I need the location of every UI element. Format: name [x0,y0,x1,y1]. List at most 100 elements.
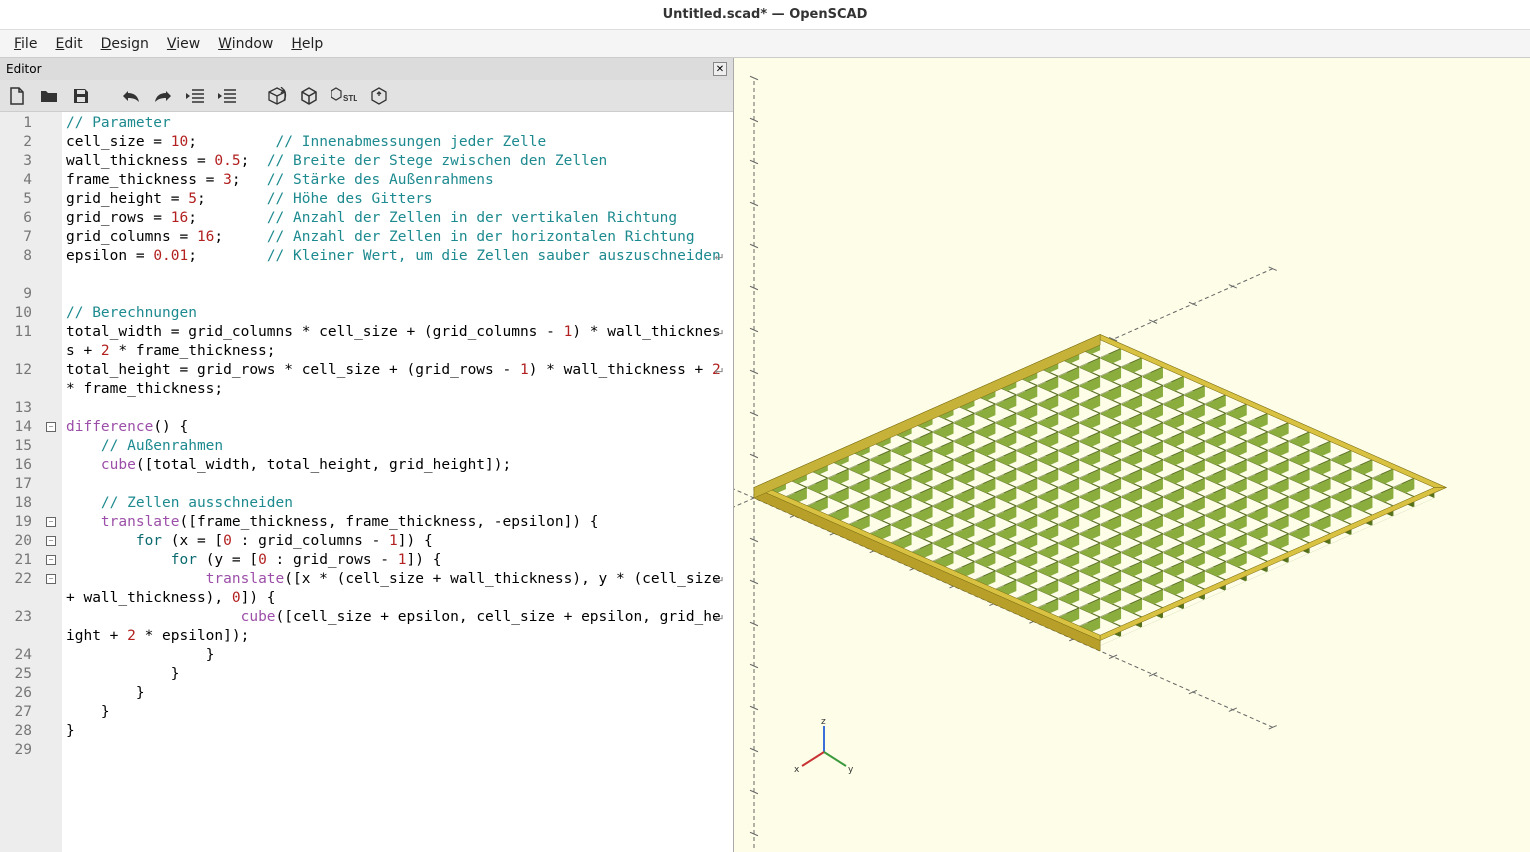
line-number: 3 [2,152,58,171]
code-line[interactable]: cell_size = 10; // Innenabmessungen jede… [66,133,729,152]
line-number: 10 [2,304,58,323]
undo-icon [122,89,140,103]
save-file-button[interactable] [70,85,92,107]
fold-icon[interactable]: − [46,422,56,432]
line-number: 1 [2,114,58,133]
line-number: 20− [2,532,58,551]
line-number: 19− [2,513,58,532]
wrap-indicator-icon: ↵ [715,570,723,589]
line-number-gutter: 1234567891011121314−1516171819−20−21−22−… [0,112,62,852]
line-number: 26 [2,684,58,703]
code-line[interactable] [66,741,729,760]
indent-button[interactable] [216,85,238,107]
viewer-3d[interactable]: z x y [734,58,1530,852]
line-number: 6 [2,209,58,228]
code-line[interactable]: difference() { [66,418,729,437]
code-line[interactable] [66,475,729,494]
line-number: 27 [2,703,58,722]
export-stl-icon: STL [331,87,357,105]
window-title: Untitled.scad* — OpenSCAD [663,7,868,22]
wrap-indicator-icon: ↵ [715,323,723,342]
line-number: 13 [2,399,58,418]
code-line[interactable]: // Parameter [66,114,729,133]
open-file-button[interactable] [38,85,60,107]
code-line[interactable]: grid_rows = 16; // Anzahl der Zellen in … [66,209,729,228]
fold-icon[interactable]: − [46,517,56,527]
preview-icon [267,87,287,105]
code-line[interactable]: } [66,646,729,665]
code-line[interactable]: grid_height = 5; // Höhe des Gitters [66,190,729,209]
code-line[interactable] [66,285,729,304]
code-line[interactable]: total_width = grid_columns * cell_size +… [66,323,729,361]
editor-pane: Editor ✕ [0,58,734,852]
line-number: 9 [2,285,58,304]
code-line[interactable]: total_height = grid_rows * cell_size + (… [66,361,729,399]
line-number: 8 [2,247,58,285]
send-button[interactable] [368,85,390,107]
menu-view[interactable]: View [159,32,208,56]
fold-icon[interactable]: − [46,536,56,546]
wrap-indicator-icon: ↵ [715,247,723,266]
line-number: 15 [2,437,58,456]
menu-file[interactable]: File [6,32,45,56]
menu-window[interactable]: Window [210,32,281,56]
code-line[interactable]: for (y = [0 : grid_rows - 1]) { [66,551,729,570]
code-line[interactable]: wall_thickness = 0.5; // Breite der Steg… [66,152,729,171]
code-line[interactable]: // Zellen ausschneiden [66,494,729,513]
line-number: 24 [2,646,58,665]
preview-button[interactable] [266,85,288,107]
code-line[interactable]: translate([frame_thickness, frame_thickn… [66,513,729,532]
new-file-icon [9,87,25,105]
line-number: 23 [2,608,58,646]
menu-design[interactable]: Design [93,32,157,56]
line-number: 16 [2,456,58,475]
code-line[interactable]: grid_columns = 16; // Anzahl der Zellen … [66,228,729,247]
send-icon [370,87,388,105]
editor-panel-header: Editor ✕ [0,58,733,80]
code-text-area[interactable]: // Parametercell_size = 10; // Innenabme… [62,112,733,852]
redo-icon [154,89,172,103]
code-line[interactable]: cube([cell_size + epsilon, cell_size + e… [66,608,729,646]
code-line[interactable]: frame_thickness = 3; // Stärke des Außen… [66,171,729,190]
render-button[interactable] [298,85,320,107]
code-line[interactable]: } [66,665,729,684]
menu-help[interactable]: Help [283,32,331,56]
unindent-button[interactable] [184,85,206,107]
undo-button[interactable] [120,85,142,107]
code-line[interactable]: // Berechnungen [66,304,729,323]
fold-icon[interactable]: − [46,574,56,584]
code-line[interactable]: // Außenrahmen [66,437,729,456]
code-line[interactable]: } [66,703,729,722]
menu-edit[interactable]: Edit [47,32,90,56]
line-number: 11 [2,323,58,361]
svg-text:STL: STL [343,94,357,103]
code-line[interactable]: } [66,722,729,741]
line-number: 5 [2,190,58,209]
menubar: FileEditDesignViewWindowHelp [0,30,1530,58]
editor-panel-title: Editor [6,62,42,76]
code-line[interactable]: translate([x * (cell_size + wall_thickne… [66,570,729,608]
export-stl-button[interactable]: STL [330,85,358,107]
unindent-icon [186,89,204,103]
line-number: 25 [2,665,58,684]
close-icon: ✕ [716,64,724,75]
code-editor[interactable]: 1234567891011121314−1516171819−20−21−22−… [0,112,733,852]
redo-button[interactable] [152,85,174,107]
code-line[interactable]: epsilon = 0.01; // Kleiner Wert, um die … [66,247,729,285]
line-number: 21− [2,551,58,570]
new-file-button[interactable] [6,85,28,107]
editor-close-button[interactable]: ✕ [713,62,727,76]
line-number: 2 [2,133,58,152]
code-line[interactable]: } [66,684,729,703]
wrap-indicator-icon: ↵ [715,361,723,380]
editor-toolbar: STL [0,80,733,112]
line-number: 12 [2,361,58,399]
code-line[interactable]: for (x = [0 : grid_columns - 1]) { [66,532,729,551]
code-line[interactable] [66,399,729,418]
fold-icon[interactable]: − [46,555,56,565]
line-number: 29 [2,741,58,760]
save-file-icon [73,88,89,104]
wrap-indicator-icon: ↵ [715,608,723,627]
code-line[interactable]: cube([total_width, total_height, grid_he… [66,456,729,475]
line-number: 22− [2,570,58,608]
